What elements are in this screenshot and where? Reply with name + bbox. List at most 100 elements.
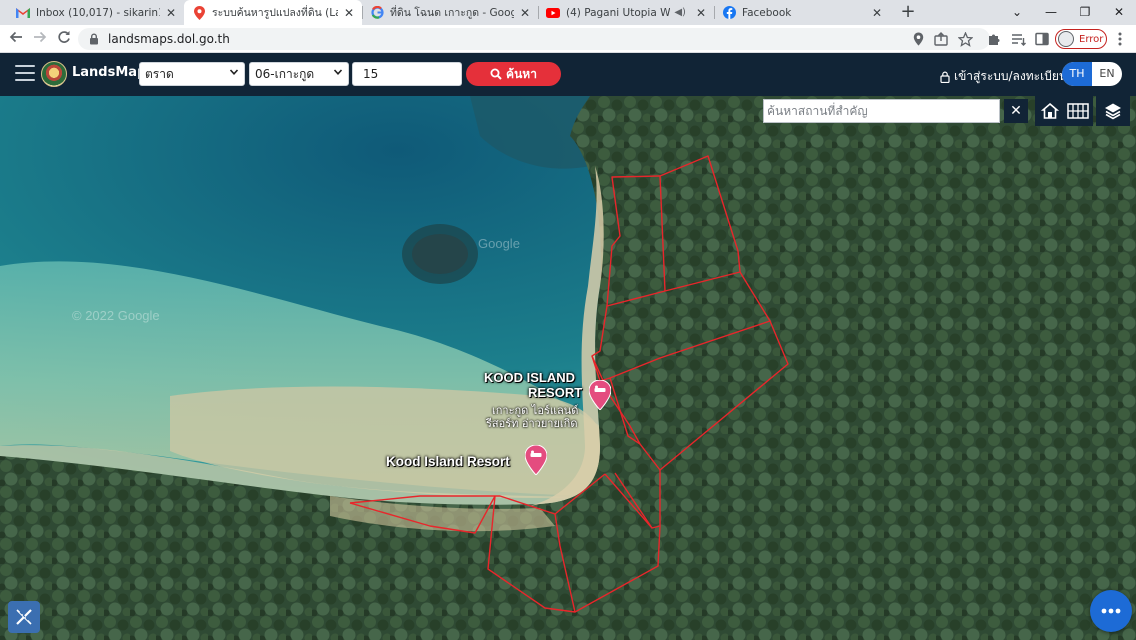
close-icon[interactable]: ✕ — [1004, 99, 1028, 123]
new-tab-button[interactable]: + — [898, 2, 918, 22]
language-toggle: TH EN — [1062, 62, 1122, 86]
grid-icon — [1067, 103, 1089, 119]
chevron-down-icon — [333, 67, 343, 80]
bookmark-star-icon[interactable] — [956, 30, 974, 48]
layers-icon — [1105, 103, 1121, 120]
reload-icon — [58, 31, 70, 43]
reading-list-icon[interactable] — [1009, 30, 1027, 48]
lang-th-button[interactable]: TH — [1062, 62, 1092, 86]
address-bar[interactable]: landsmaps.dol.go.th — [78, 28, 990, 50]
search-button-label: ค้นหา — [506, 66, 537, 81]
tab-facebook[interactable]: Facebook ✕ — [714, 0, 890, 25]
reload-button[interactable] — [54, 29, 74, 49]
back-button[interactable] — [6, 29, 26, 49]
arrow-left-icon — [9, 31, 22, 43]
province-select[interactable]: ตราด — [139, 62, 245, 86]
youtube-icon — [546, 6, 560, 20]
hotel-pin-icon[interactable] — [525, 445, 547, 475]
login-label: เข้าสู่ระบบ/ลงทะเบียน — [954, 69, 1068, 83]
minimize-button[interactable]: — — [1034, 0, 1068, 25]
gmail-icon — [16, 6, 30, 20]
side-panel-icon[interactable] — [1033, 30, 1051, 48]
resort-name-label: KOOD ISLAND — [484, 370, 575, 385]
parcel-polygon — [554, 513, 576, 613]
lock-icon — [940, 71, 950, 83]
satellite-map[interactable]: © 2022 Google Google KOOD ISLAND RESORT … — [0, 96, 1136, 640]
hotel-pin-icon[interactable] — [589, 380, 611, 410]
close-tab-icon[interactable]: ✕ — [872, 6, 882, 20]
district-value: 06-เกาะกูด — [255, 66, 315, 81]
close-window-button[interactable]: ✕ — [1102, 0, 1136, 25]
parcel-polygon — [349, 473, 606, 515]
resort-pin-label: Kood Island Resort — [386, 454, 510, 469]
tab-title: Inbox (10,017) - sikarin10@gmail — [36, 6, 160, 19]
hamburger-menu-icon[interactable] — [15, 65, 35, 83]
tab-google-search[interactable]: ที่ดิน โฉนด เกาะกูด - Google Search ✕ — [362, 0, 538, 25]
close-tab-icon[interactable]: ✕ — [344, 6, 354, 20]
parcel-polygon — [591, 320, 789, 471]
parcel-polygon — [604, 473, 653, 529]
close-tab-icon[interactable]: ✕ — [696, 6, 706, 20]
district-select[interactable]: 06-เกาะกูด — [249, 62, 349, 86]
tab-landsmaps[interactable]: ระบบค้นหารูปแปลงที่ดิน (LandsMaps ✕ — [184, 0, 362, 25]
tab-gmail[interactable]: Inbox (10,017) - sikarin10@gmail ✕ — [8, 0, 184, 25]
profile-error-label: Error — [1079, 33, 1104, 45]
map-watermark: Google — [478, 236, 520, 251]
tab-title: Facebook — [742, 6, 792, 19]
ruler-pencil-icon — [16, 609, 32, 625]
profile-button[interactable]: Error — [1055, 29, 1107, 49]
tab-separator — [538, 6, 539, 19]
speaker-icon[interactable]: ◀) — [674, 7, 686, 18]
extensions-icon[interactable] — [985, 30, 1003, 48]
tab-title: ระบบค้นหารูปแปลงที่ดิน (LandsMaps — [212, 7, 338, 19]
map-watermark: © 2022 Google — [72, 308, 160, 323]
home-button[interactable] — [1035, 96, 1065, 126]
app-header: LandsMaps ตราด 06-เกาะกูด 15 ค้นหา เข้าส… — [0, 53, 1136, 96]
chevron-down-icon — [229, 67, 239, 80]
lang-en-button[interactable]: EN — [1092, 62, 1122, 86]
resort-thai-label: รีสอร์ท อ่าวยายเกิด — [486, 417, 578, 430]
close-tab-icon[interactable]: ✕ — [166, 6, 176, 20]
tab-youtube[interactable]: (4) Pagani Utopia World Prem ◀) ✕ — [538, 0, 714, 25]
tab-title: ที่ดิน โฉนด เกาะกูด - Google Search — [390, 7, 514, 19]
tab-separator — [362, 6, 363, 19]
parcel-polygon — [609, 377, 641, 445]
maximize-button[interactable]: ❐ — [1068, 0, 1102, 25]
parcel-polygon — [614, 470, 661, 529]
grid-toggle-button[interactable] — [1063, 96, 1093, 126]
tab-search-chevron-icon[interactable]: ⌄ — [1000, 0, 1034, 25]
map-pin-icon — [192, 5, 206, 20]
lock-icon — [90, 33, 98, 45]
close-tab-icon[interactable]: ✕ — [520, 6, 530, 20]
parcel-polygon — [487, 495, 661, 613]
place-search-input[interactable]: ค้นหาสถานที่สำคัญ — [763, 99, 1000, 123]
avatar — [1058, 31, 1074, 47]
url-text: landsmaps.dol.go.th — [108, 32, 230, 46]
location-icon[interactable] — [909, 30, 927, 48]
more-options-button[interactable] — [1090, 590, 1132, 632]
browser-tab-strip: Inbox (10,017) - sikarin10@gmail ✕ ระบบค… — [0, 0, 1136, 25]
department-seal-logo — [41, 61, 67, 87]
parcel-polygon — [591, 271, 771, 382]
more-dots-icon — [1101, 608, 1121, 614]
parcel-polygon — [349, 495, 496, 534]
parcel-polygon — [606, 155, 741, 307]
forward-button[interactable] — [30, 29, 50, 49]
province-value: ตราด — [145, 66, 174, 81]
search-button[interactable]: ค้นหา — [466, 62, 561, 86]
home-icon — [1041, 102, 1059, 119]
measure-tool-button[interactable] — [8, 601, 40, 633]
google-icon — [370, 6, 384, 20]
tab-separator — [714, 6, 715, 19]
search-icon — [490, 68, 502, 80]
parcel-number-input[interactable]: 15 — [352, 62, 462, 86]
share-icon[interactable] — [932, 30, 950, 48]
parcel-polygon — [659, 175, 666, 292]
login-link[interactable]: เข้าสู่ระบบ/ลงทะเบียน — [940, 67, 1067, 86]
browser-toolbar: landsmaps.dol.go.th Error — [0, 25, 1136, 53]
layers-button[interactable] — [1096, 96, 1130, 126]
menu-kebab-icon[interactable] — [1111, 30, 1129, 48]
facebook-icon — [722, 6, 736, 20]
parcel-boundaries — [349, 155, 789, 613]
arrow-right-icon — [34, 31, 47, 43]
